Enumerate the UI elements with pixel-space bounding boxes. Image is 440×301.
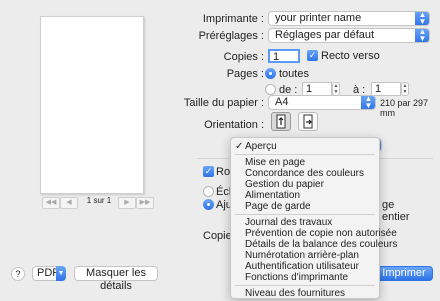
menu-separator bbox=[235, 285, 375, 286]
menu-item-color-balance[interactable]: Détails de la balance des couleurs bbox=[245, 239, 397, 250]
fit-page-fragment: ge bbox=[382, 199, 395, 211]
menu-item-supply-levels[interactable]: Niveau des fournitures bbox=[245, 288, 345, 299]
check-icon: ✓ bbox=[235, 141, 244, 152]
paper-size-label: Taille du papier : bbox=[183, 97, 264, 109]
pages-from-stepper[interactable]: ▲ ▼ bbox=[332, 82, 340, 96]
duplex-checkbox[interactable]: ✓ bbox=[307, 50, 318, 61]
presets-select[interactable]: Réglages par défaut ▲ ▼ bbox=[268, 28, 430, 43]
presets-label: Préréglages : bbox=[198, 30, 264, 42]
menu-item-page-setup[interactable]: Mise en page bbox=[245, 157, 305, 168]
print-button[interactable]: Imprimer bbox=[375, 266, 433, 281]
menu-item-copy-prevention[interactable]: Prévention de copie non autorisée bbox=[245, 228, 397, 239]
menu-item-printer-features[interactable]: Fonctions d'imprimante bbox=[245, 272, 348, 283]
pages-range-radio[interactable] bbox=[265, 84, 276, 95]
help-button[interactable]: ? bbox=[11, 267, 25, 281]
printer-select[interactable]: your printer name ▲ ▼ bbox=[268, 11, 430, 26]
page-preview bbox=[40, 16, 144, 194]
menu-item-paper-handling[interactable]: Gestion du papier bbox=[245, 179, 324, 190]
chevron-down-icon: ▼ bbox=[56, 266, 66, 281]
hide-details-button[interactable]: Masquer les détails bbox=[74, 266, 158, 292]
menu-separator bbox=[235, 154, 375, 155]
help-icon: ? bbox=[15, 269, 21, 279]
portrait-icon bbox=[276, 114, 286, 129]
menu-item-cover-page[interactable]: Page de garde bbox=[245, 201, 311, 212]
rotate-checkbox[interactable]: ✓ bbox=[203, 166, 214, 177]
paper-size-value: A4 bbox=[275, 96, 289, 108]
page-indicator: 1 sur 1 bbox=[86, 196, 112, 205]
printer-label: Imprimante : bbox=[202, 13, 264, 25]
menu-item-preview[interactable]: Aperçu bbox=[245, 141, 277, 152]
landscape-icon bbox=[303, 114, 313, 129]
pdf-menu-button[interactable]: PDF ▼ bbox=[32, 266, 66, 281]
chevron-updown-icon: ▲▼ bbox=[415, 29, 429, 42]
duplex-label: Recto verso bbox=[321, 50, 380, 62]
presets-value: Réglages par défaut bbox=[275, 29, 375, 41]
pages-label: Pages : bbox=[226, 68, 264, 80]
pages-from-input[interactable]: 1 bbox=[302, 82, 332, 96]
chevron-updown-icon: ▲▼ bbox=[415, 12, 429, 25]
paper-size-select[interactable]: A4 ▲ ▼ bbox=[268, 95, 376, 110]
pages-all-radio[interactable] bbox=[265, 68, 276, 79]
first-page-button[interactable]: ◀◀ bbox=[42, 197, 60, 209]
fit-radio[interactable] bbox=[203, 199, 214, 210]
last-page-button[interactable]: ▶▶ bbox=[136, 197, 154, 209]
portrait-button[interactable] bbox=[271, 112, 291, 131]
chevron-updown-icon: ▲▼ bbox=[361, 96, 375, 109]
menu-item-job-log[interactable]: Journal des travaux bbox=[245, 217, 332, 228]
paper-dimensions: 210 par 297 mm bbox=[380, 98, 429, 118]
menu-separator bbox=[235, 214, 375, 215]
orientation-label: Orientation : bbox=[204, 119, 264, 131]
pages-all-label: toutes bbox=[279, 68, 309, 80]
scale-radio[interactable] bbox=[203, 186, 214, 197]
options-menu: ✓ Aperçu Mise en page Concordance des co… bbox=[230, 137, 397, 299]
printer-value: your printer name bbox=[275, 12, 362, 24]
menu-item-color-matching[interactable]: Concordance des couleurs bbox=[245, 168, 364, 179]
copies-input[interactable]: 1 bbox=[268, 49, 300, 63]
next-page-button[interactable]: ▶ bbox=[118, 197, 136, 209]
menu-item-background-numbering[interactable]: Numérotation arrière-plan bbox=[245, 250, 359, 261]
landscape-button[interactable] bbox=[298, 112, 318, 131]
pages-to-input[interactable]: 1 bbox=[371, 82, 401, 96]
copies-label: Copies : bbox=[223, 51, 264, 63]
pages-to-stepper[interactable]: ▲ ▼ bbox=[401, 82, 409, 96]
menu-item-feed[interactable]: Alimentation bbox=[245, 190, 300, 201]
prev-page-button[interactable]: ◀ bbox=[60, 197, 78, 209]
fit-whole-fragment: entier bbox=[382, 211, 410, 223]
menu-item-user-authentication[interactable]: Authentification utilisateur bbox=[245, 261, 359, 272]
